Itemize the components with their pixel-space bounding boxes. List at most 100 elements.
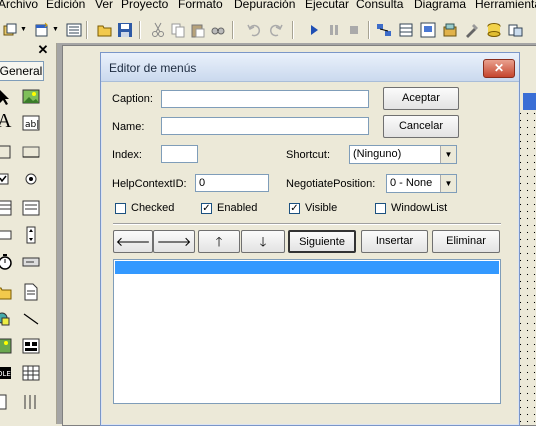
line-tool-icon[interactable]	[22, 310, 40, 328]
close-icon[interactable]: ✕	[36, 43, 50, 56]
delete-button[interactable]: Eliminar	[432, 230, 500, 253]
index-label: Index:	[112, 149, 142, 161]
list-box-tool-icon[interactable]	[22, 199, 40, 217]
form-layout-icon[interactable]	[420, 22, 436, 38]
menu-bar: Archivo Edición Ver Proyecto Formato Dep…	[0, 0, 536, 15]
menu-edicion[interactable]: Edición	[46, 0, 85, 11]
add-project-icon[interactable]	[2, 22, 18, 38]
break-icon[interactable]	[326, 22, 342, 38]
cancel-button[interactable]: Cancelar	[383, 115, 459, 138]
negotiateposition-select[interactable]: 0 - None ▼	[386, 174, 457, 193]
enabled-checkbox[interactable]: ✓	[201, 203, 212, 214]
timer-tool-icon[interactable]	[0, 253, 14, 271]
vscrollbar-tool-icon[interactable]	[22, 226, 40, 244]
hscrollbar-tool-icon[interactable]	[0, 226, 12, 244]
stop-icon[interactable]	[346, 22, 362, 38]
save-icon[interactable]	[117, 22, 133, 38]
arrow-right-button[interactable]: 🡒	[153, 230, 195, 253]
dir-list-tool-icon[interactable]	[0, 283, 12, 301]
menu-herramientas[interactable]: Herramientas	[475, 0, 536, 11]
paste-icon[interactable]	[190, 22, 206, 38]
cut-icon[interactable]	[150, 22, 166, 38]
dialog-titlebar[interactable]: Editor de menús ✕	[101, 53, 519, 82]
file-list-tool-icon[interactable]	[22, 283, 40, 301]
option-button-tool-icon[interactable]	[22, 170, 40, 188]
label-tool-icon[interactable]: A	[0, 111, 11, 131]
visible-checkbox[interactable]: ✓	[289, 203, 300, 214]
drive-list-tool-icon[interactable]	[22, 253, 40, 271]
arrow-down-icon: 🡓	[259, 234, 267, 249]
shortcut-select[interactable]: (Ninguno) ▼	[349, 145, 457, 164]
negotiateposition-value: 0 - None	[390, 177, 433, 189]
dropdown-arrow-icon[interactable]: ▼	[20, 26, 27, 33]
menu-editor-dialog: Editor de menús ✕ Caption: Name: Aceptar…	[100, 52, 520, 426]
helpcontextid-input[interactable]: 0	[195, 174, 269, 192]
checked-checkbox[interactable]	[115, 203, 126, 214]
updown-tool-icon[interactable]	[0, 393, 12, 411]
picture-box-icon[interactable]	[22, 88, 40, 106]
textbox-tool-icon[interactable]: ab|	[22, 114, 40, 132]
checkbox-tool-icon[interactable]	[0, 170, 14, 188]
chevron-down-icon[interactable]: ▼	[440, 146, 456, 163]
accept-button[interactable]: Aceptar	[383, 87, 459, 110]
name-input[interactable]	[161, 117, 369, 135]
shortcut-value: (Ninguno)	[353, 148, 402, 160]
arrow-right-icon: 🡒	[156, 234, 192, 249]
menu-ver[interactable]: Ver	[95, 0, 113, 11]
frame-tool-icon[interactable]	[0, 143, 12, 161]
undo-icon[interactable]	[246, 22, 262, 38]
data-view-icon[interactable]	[486, 22, 502, 38]
menu-editor-icon[interactable]	[66, 22, 82, 38]
menu-consulta[interactable]: Consulta	[356, 0, 403, 11]
find-icon[interactable]	[210, 22, 226, 38]
divider	[113, 223, 501, 225]
dropdown-arrow-icon[interactable]: ▼	[52, 26, 59, 33]
menu-ejecutar[interactable]: Ejecutar	[305, 0, 349, 11]
open-folder-icon[interactable]	[97, 22, 113, 38]
arrow-left-button[interactable]: 🡐	[113, 230, 153, 253]
properties-window-icon[interactable]	[398, 22, 414, 38]
next-button[interactable]: Siguiente	[288, 230, 356, 253]
pointer-icon[interactable]	[0, 88, 14, 106]
combo-box-tool-icon[interactable]	[0, 199, 12, 217]
menu-items-list[interactable]	[113, 259, 501, 404]
visible-label: Visible	[305, 202, 338, 214]
copy-icon[interactable]	[170, 22, 186, 38]
arrow-up-button[interactable]: 🡑	[198, 230, 240, 253]
redo-icon[interactable]	[268, 22, 284, 38]
run-icon[interactable]	[306, 22, 322, 38]
name-label: Name:	[112, 121, 145, 133]
object-browser-icon[interactable]	[442, 22, 458, 38]
menu-diagrama[interactable]: Diagrama	[414, 0, 466, 11]
close-button[interactable]: ✕	[483, 59, 515, 78]
index-input[interactable]	[161, 145, 198, 163]
grid-tool-icon[interactable]	[22, 364, 40, 382]
dialog-title: Editor de menús	[109, 61, 197, 75]
selected-list-item[interactable]	[115, 261, 499, 274]
add-form-icon[interactable]	[34, 22, 50, 38]
image-tool-icon[interactable]	[0, 337, 12, 355]
arrow-up-icon: 🡑	[215, 234, 223, 249]
helpcontextid-label: HelpContextID:	[112, 178, 187, 190]
data-control-tool-icon[interactable]	[22, 337, 40, 355]
component-manager-icon[interactable]	[508, 22, 524, 38]
menu-archivo[interactable]: Archivo	[0, 0, 38, 11]
chevron-down-icon[interactable]: ▼	[440, 175, 456, 192]
checked-label: Checked	[131, 202, 175, 214]
shape-tool-icon[interactable]	[0, 310, 12, 328]
command-button-tool-icon[interactable]	[22, 143, 40, 161]
windowlist-checkbox[interactable]	[375, 203, 386, 214]
windowlist-label: WindowList	[391, 202, 448, 214]
slider-tool-icon[interactable]	[22, 393, 40, 411]
tab-general[interactable]: General	[0, 61, 44, 81]
menu-formato[interactable]: Formato	[178, 0, 223, 11]
menu-proyecto[interactable]: Proyecto	[121, 0, 168, 11]
insert-button[interactable]: Insertar	[361, 230, 428, 253]
arrow-down-button[interactable]: 🡓	[241, 230, 285, 253]
toolbox-icon[interactable]	[464, 22, 480, 38]
caption-input[interactable]	[161, 90, 369, 108]
toolbox-panel: ✕ General A ab| OLE	[0, 43, 57, 424]
project-explorer-icon[interactable]	[376, 22, 392, 38]
ole-tool-icon[interactable]: OLE	[0, 364, 12, 382]
menu-depuracion[interactable]: Depuración	[234, 0, 295, 11]
